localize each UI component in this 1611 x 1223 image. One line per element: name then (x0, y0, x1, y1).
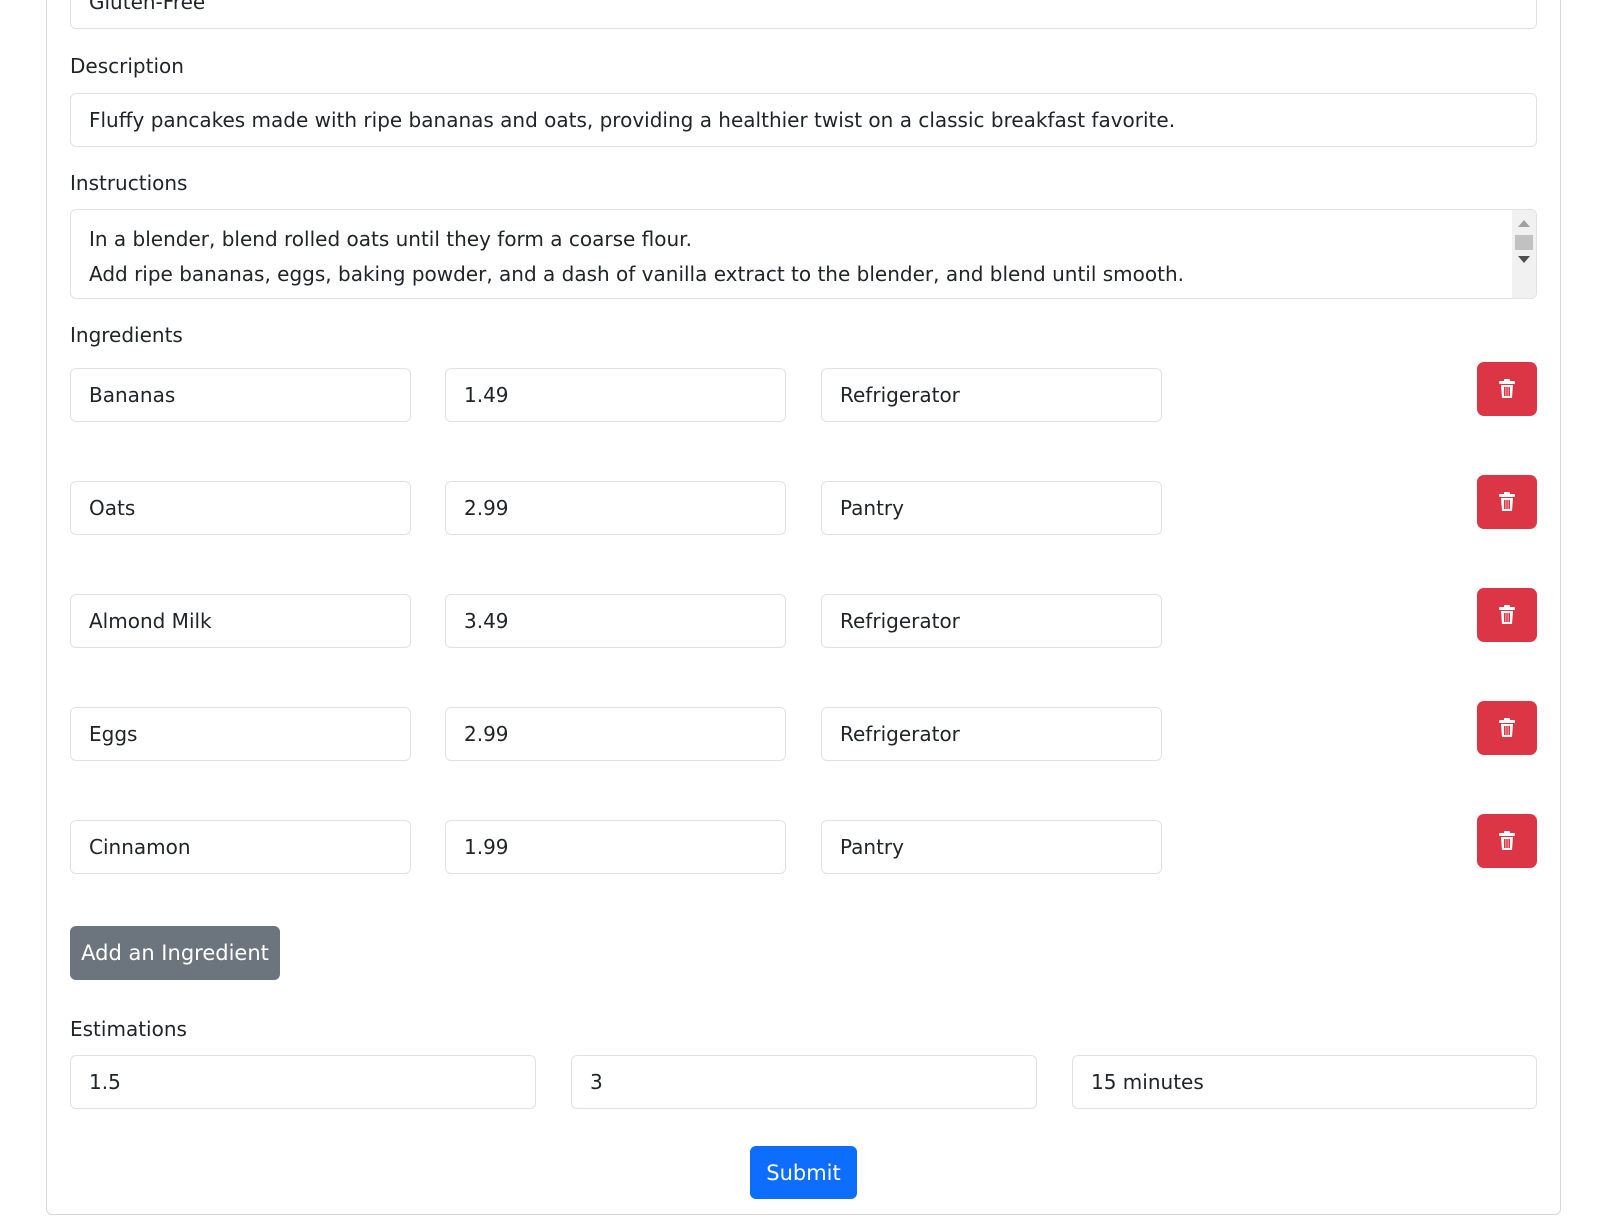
trash-icon (1498, 379, 1516, 399)
delete-ingredient-button[interactable] (1477, 701, 1537, 755)
instruction-line: In a blender, blend rolled oats until th… (89, 227, 692, 251)
instruction-line: Add ripe bananas, eggs, baking powder, a… (89, 262, 1184, 286)
submit-button[interactable]: Submit (750, 1146, 857, 1199)
estimation-value: 1.5 (89, 1070, 121, 1094)
ingredient-location-value: Refrigerator (840, 609, 960, 633)
instructions-textarea[interactable]: In a blender, blend rolled oats until th… (70, 209, 1537, 299)
ingredient-price-input[interactable]: 1.49 (445, 368, 786, 422)
delete-ingredient-button[interactable] (1477, 588, 1537, 642)
scroll-up-icon[interactable] (1518, 220, 1530, 227)
ingredient-price-value: 1.99 (464, 835, 509, 859)
estimation-value: 3 (590, 1070, 603, 1094)
delete-ingredient-button[interactable] (1477, 362, 1537, 416)
ingredient-location-value: Refrigerator (840, 722, 960, 746)
estimation-servings-input[interactable]: 3 (571, 1055, 1037, 1109)
textarea-scrollbar[interactable] (1512, 210, 1536, 298)
add-ingredient-button[interactable]: Add an Ingredient (70, 926, 280, 980)
ingredient-name-value: Cinnamon (89, 835, 191, 859)
scroll-down-icon[interactable] (1518, 256, 1530, 263)
ingredient-name-value: Eggs (89, 722, 138, 746)
ingredient-price-input[interactable]: 2.99 (445, 707, 786, 761)
ingredient-name-value: Bananas (89, 383, 176, 407)
ingredient-name-value: Oats (89, 496, 136, 520)
description-input[interactable]: Fluffy pancakes made with ripe bananas a… (70, 93, 1537, 147)
ingredient-location-input[interactable]: Pantry (821, 820, 1162, 874)
ingredient-name-value: Almond Milk (89, 609, 212, 633)
ingredient-price-input[interactable]: 3.49 (445, 594, 786, 648)
ingredient-name-input[interactable]: Bananas (70, 368, 411, 422)
ingredients-label: Ingredients (70, 323, 183, 347)
ingredient-location-value: Refrigerator (840, 383, 960, 407)
instructions-label: Instructions (70, 171, 188, 195)
delete-ingredient-button[interactable] (1477, 475, 1537, 529)
tag-value: Gluten-Free (89, 0, 206, 14)
trash-icon (1498, 605, 1516, 625)
tag-input[interactable]: Gluten-Free (70, 0, 1537, 29)
estimation-time-input[interactable]: 15 minutes (1072, 1055, 1537, 1109)
estimations-label: Estimations (70, 1017, 187, 1041)
ingredient-location-value: Pantry (840, 835, 904, 859)
ingredient-price-value: 2.99 (464, 496, 509, 520)
ingredient-price-input[interactable]: 1.99 (445, 820, 786, 874)
ingredient-price-value: 1.49 (464, 383, 509, 407)
ingredient-price-value: 2.99 (464, 722, 509, 746)
ingredient-name-input[interactable]: Cinnamon (70, 820, 411, 874)
trash-icon (1498, 718, 1516, 738)
ingredient-location-input[interactable]: Refrigerator (821, 707, 1162, 761)
ingredient-location-input[interactable]: Refrigerator (821, 594, 1162, 648)
ingredient-price-input[interactable]: 2.99 (445, 481, 786, 535)
description-value: Fluffy pancakes made with ripe bananas a… (89, 108, 1176, 132)
trash-icon (1498, 831, 1516, 851)
trash-icon (1498, 492, 1516, 512)
delete-ingredient-button[interactable] (1477, 814, 1537, 868)
ingredient-name-input[interactable]: Eggs (70, 707, 411, 761)
ingredient-name-input[interactable]: Almond Milk (70, 594, 411, 648)
ingredient-price-value: 3.49 (464, 609, 509, 633)
ingredient-location-value: Pantry (840, 496, 904, 520)
ingredient-location-input[interactable]: Refrigerator (821, 368, 1162, 422)
estimation-cost-input[interactable]: 1.5 (70, 1055, 536, 1109)
ingredient-name-input[interactable]: Oats (70, 481, 411, 535)
scroll-thumb[interactable] (1515, 235, 1533, 250)
ingredient-location-input[interactable]: Pantry (821, 481, 1162, 535)
description-label: Description (70, 54, 184, 78)
estimation-value: 15 minutes (1091, 1070, 1204, 1094)
